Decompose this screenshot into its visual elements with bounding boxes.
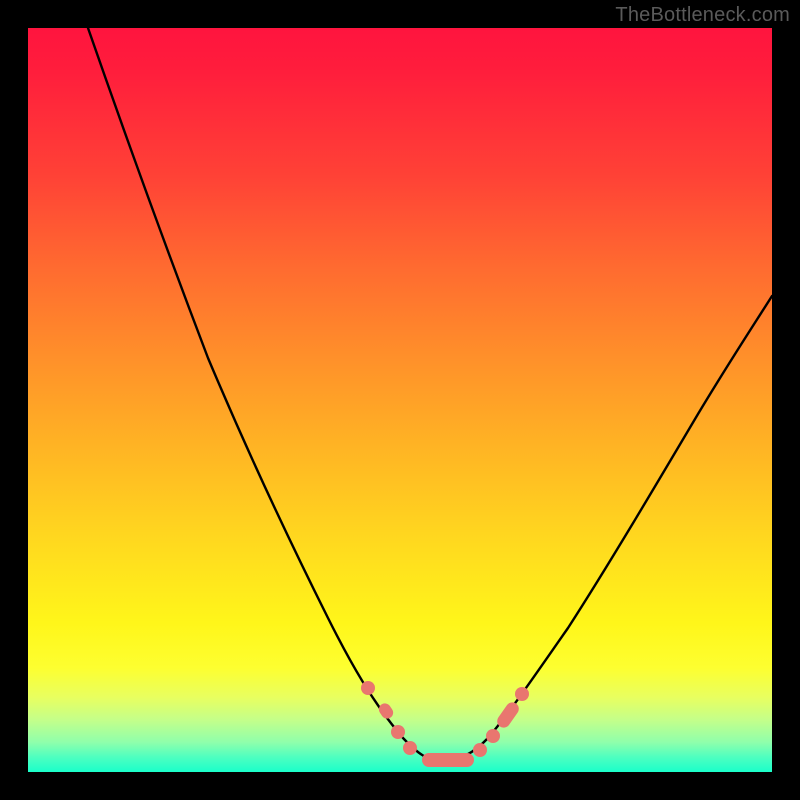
marker-group xyxy=(361,681,529,767)
marker-dot xyxy=(515,687,529,701)
bottleneck-curve xyxy=(88,28,772,761)
watermark-text: TheBottleneck.com xyxy=(615,4,790,27)
outer-black-frame: TheBottleneck.com xyxy=(0,0,800,800)
plot-area xyxy=(28,28,772,772)
marker-dot xyxy=(361,681,375,695)
marker-dot xyxy=(391,725,405,739)
marker-dot xyxy=(473,743,487,757)
marker-pill xyxy=(422,753,474,767)
marker-pill xyxy=(376,701,395,721)
marker-dot xyxy=(486,729,500,743)
curve-layer xyxy=(28,28,772,772)
marker-dot xyxy=(403,741,417,755)
